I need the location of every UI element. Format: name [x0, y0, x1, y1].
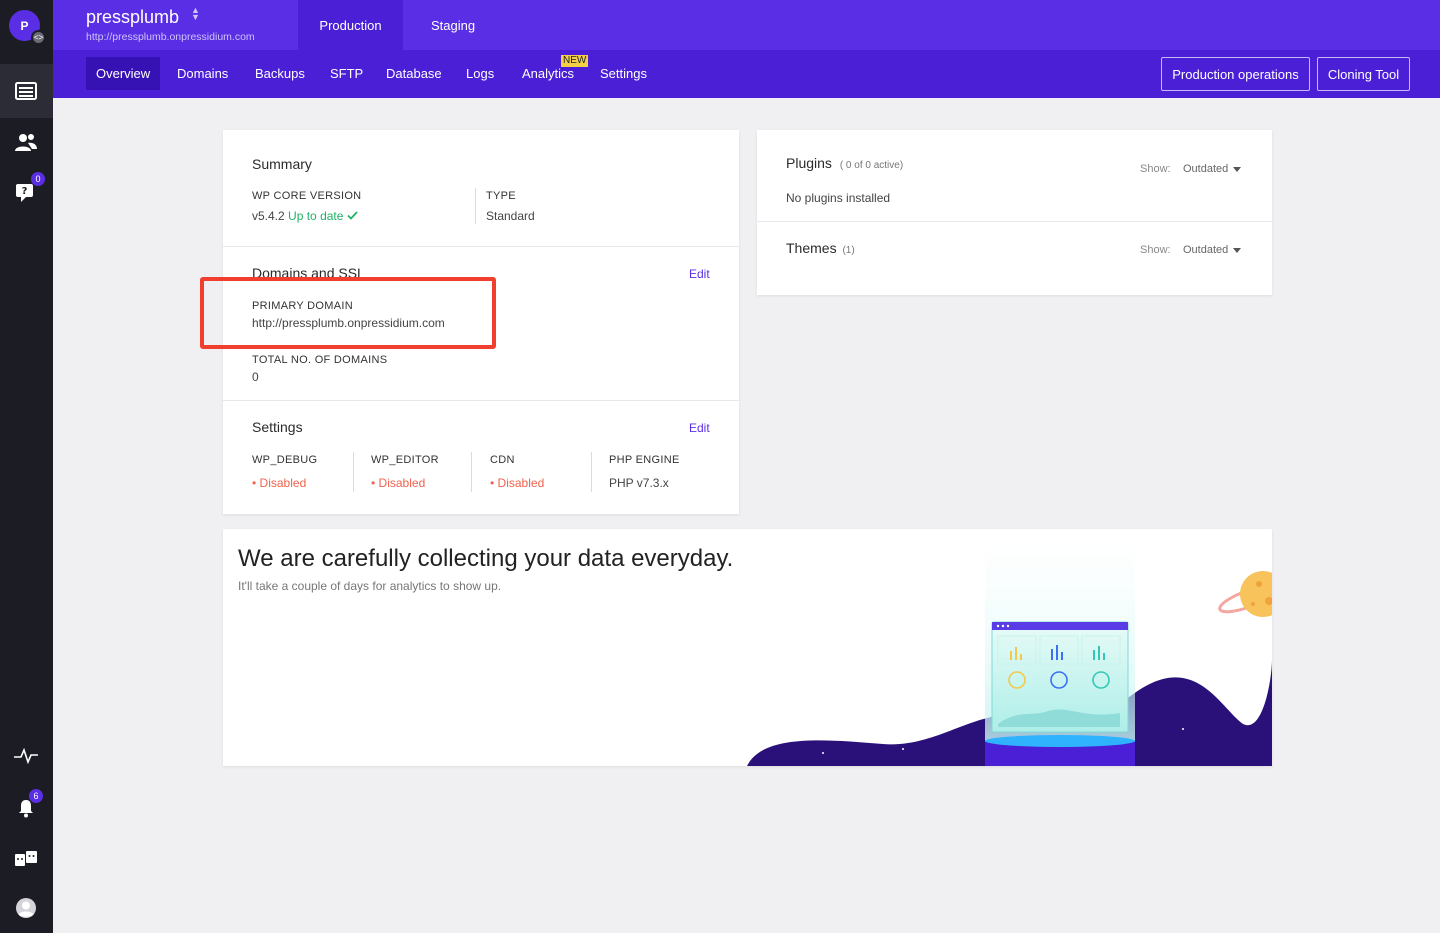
wp-core-status: Up to date — [288, 209, 344, 223]
chevron-down-icon — [1233, 166, 1242, 172]
cdn-value: • Disabled — [490, 476, 545, 490]
summary-divider — [475, 188, 476, 224]
nav-sftp[interactable]: SFTP — [320, 57, 373, 90]
sites-icon[interactable] — [12, 79, 40, 103]
settings-divider — [471, 452, 472, 492]
cloning-tool-button[interactable]: Cloning Tool — [1317, 57, 1410, 91]
plugins-empty-text: No plugins installed — [786, 191, 891, 205]
tab-production[interactable]: Production — [298, 0, 403, 50]
settings-divider — [353, 452, 354, 492]
type-value: Standard — [486, 209, 535, 223]
nav-domains[interactable]: Domains — [167, 57, 238, 90]
site-name[interactable]: pressplumb — [86, 7, 179, 28]
tab-staging[interactable]: Staging — [403, 0, 503, 50]
site-switcher-icon[interactable]: ▲ ▼ — [191, 6, 200, 22]
chevron-down-icon — [1233, 247, 1242, 253]
themes-filter-dropdown[interactable]: Outdated — [1183, 244, 1242, 256]
type-label: TYPE — [486, 190, 516, 202]
settings-title: Settings — [252, 419, 303, 435]
domains-edit-link[interactable]: Edit — [689, 267, 710, 281]
feedback-icon[interactable] — [12, 847, 40, 871]
plugins-show-label: Show: — [1140, 163, 1171, 175]
wp-core-version-label: WP CORE VERSION — [252, 190, 362, 202]
section-divider — [223, 400, 739, 401]
wp-core-version-value: v5.4.2 Up to date — [252, 209, 358, 223]
nav-database[interactable]: Database — [376, 57, 452, 90]
analytics-illustration — [747, 539, 1272, 766]
nav-overview[interactable]: Overview — [86, 57, 161, 90]
production-operations-button[interactable]: Production operations — [1161, 57, 1310, 91]
summary-title: Summary — [252, 156, 312, 172]
left-rail: P <> ? 0 6 — [0, 0, 53, 933]
settings-divider — [591, 452, 592, 492]
notifications-badge: 6 — [29, 789, 43, 803]
themes-title: Themes (1) — [786, 240, 855, 256]
cdn-label: CDN — [490, 454, 515, 466]
code-icon: <> — [31, 30, 46, 45]
nav-logs[interactable]: Logs — [456, 57, 504, 90]
plugins-themes-card: Plugins ( 0 of 0 active) Show: Outdated … — [757, 130, 1272, 295]
php-engine-label: PHP ENGINE — [609, 454, 680, 466]
themes-show-label: Show: — [1140, 244, 1171, 256]
site-nav: Overview Domains Backups SFTP Database L… — [53, 50, 1440, 98]
wp-debug-value: • Disabled — [252, 476, 307, 490]
check-icon — [347, 211, 358, 220]
plugins-count: ( 0 of 0 active) — [839, 160, 904, 171]
plugins-title: Plugins ( 0 of 0 active) — [786, 155, 904, 171]
site-url: http://pressplumb.onpressidium.com — [86, 31, 255, 43]
analytics-banner: We are carefully collecting your data ev… — [223, 529, 1272, 766]
site-header: pressplumb ▲ ▼ http://pressplumb.onpressi… — [53, 0, 1440, 50]
svg-text:?: ? — [22, 186, 28, 197]
php-engine-value: PHP v7.3.x — [609, 476, 669, 490]
team-icon[interactable] — [12, 130, 40, 154]
activity-icon[interactable] — [12, 744, 40, 768]
plugins-filter-dropdown[interactable]: Outdated — [1183, 163, 1242, 175]
support-badge: 0 — [31, 172, 45, 186]
section-divider — [757, 221, 1272, 222]
wp-debug-label: WP_DEBUG — [252, 454, 318, 466]
nav-settings[interactable]: Settings — [590, 57, 657, 90]
new-badge: NEW — [561, 55, 589, 67]
themes-count: (1) — [842, 245, 855, 256]
primary-domain-highlight — [200, 277, 496, 349]
wp-editor-label: WP_EDITOR — [371, 454, 439, 466]
nav-backups[interactable]: Backups — [245, 57, 315, 90]
section-divider — [223, 246, 739, 247]
user-profile-icon[interactable] — [12, 896, 40, 920]
wp-editor-value: • Disabled — [371, 476, 426, 490]
total-domains-label: TOTAL NO. OF DOMAINS — [252, 354, 388, 366]
total-domains-value: 0 — [252, 370, 259, 384]
settings-edit-link[interactable]: Edit — [689, 421, 710, 435]
